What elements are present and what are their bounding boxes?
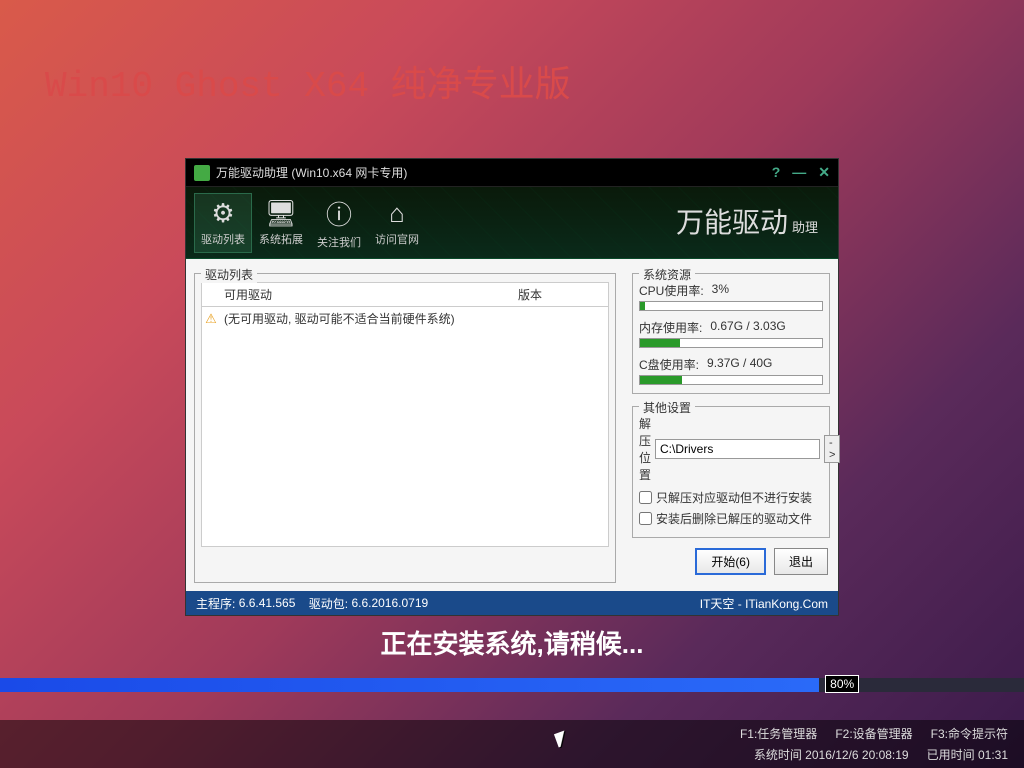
tab-label: 驱动列表	[201, 231, 245, 247]
close-button[interactable]: ✕	[818, 164, 830, 181]
tab-driver-list[interactable]: ⚙ 驱动列表	[194, 193, 252, 253]
install-message: 正在安装系统,请稍候...	[0, 624, 1024, 661]
brand-logo: 万能驱动 助理	[676, 201, 818, 241]
cpu-value: 3%	[712, 282, 729, 299]
monitor-icon: 🖥	[264, 198, 297, 229]
shortcut-f2: F2:设备管理器	[835, 725, 912, 742]
gears-icon: ⚙	[211, 198, 234, 229]
checkbox-input[interactable]	[639, 491, 652, 504]
col-available-driver: 可用驱动	[220, 286, 518, 303]
extract-path-input[interactable]	[655, 439, 820, 459]
install-progress-bar: 80%	[0, 678, 1024, 692]
help-button[interactable]: ?	[772, 164, 781, 181]
tab-system-ext[interactable]: 🖥 系统拓展	[252, 193, 310, 253]
page-title: Win10 Ghost X64 纯净专业版	[45, 55, 571, 107]
disk-value: 9.37G / 40G	[707, 356, 772, 373]
start-button[interactable]: 开始(6)	[695, 548, 766, 575]
info-icon: ⓘ	[326, 195, 352, 232]
credit: IT天空 - ITianKong.Com	[700, 595, 828, 612]
browse-button[interactable]: ->	[824, 435, 840, 463]
tab-label: 关注我们	[317, 234, 361, 250]
other-settings-group: 其他设置 解压位置 -> 只解压对应驱动但不进行安装 安装后删除已解压的驱动文件	[632, 406, 830, 538]
statusbar: 主程序: 6.6.41.565 驱动包: 6.6.2016.0719 IT天空 …	[186, 591, 838, 615]
no-driver-message: (无可用驱动, 驱动可能不适合当前硬件系统)	[220, 310, 518, 327]
toolbar: ⚙ 驱动列表 🖥 系统拓展 ⓘ 关注我们 ⌂ 访问官网 万能驱动 助理	[186, 187, 838, 259]
elapsed-time: 已用时间 01:31	[927, 746, 1008, 763]
main-version: 6.6.41.565	[239, 596, 296, 610]
group-title: 其他设置	[639, 399, 695, 416]
install-progress-percent: 80%	[825, 675, 859, 693]
home-icon: ⌂	[389, 198, 405, 229]
table-row: ⚠ (无可用驱动, 驱动可能不适合当前硬件系统)	[202, 307, 608, 330]
disk-usage: C盘使用率: 9.37G / 40G	[639, 356, 823, 385]
driver-table-body[interactable]: ⚠ (无可用驱动, 驱动可能不适合当前硬件系统)	[201, 307, 609, 547]
col-version: 版本	[518, 286, 608, 303]
driver-assistant-window: 万能驱动助理 (Win10.x64 网卡专用) ? — ✕ ⚙ 驱动列表 🖥 系…	[185, 158, 839, 616]
warning-icon: ⚠	[202, 311, 220, 327]
mouse-cursor	[556, 732, 570, 752]
tab-label: 系统拓展	[259, 231, 303, 247]
memory-usage: 内存使用率: 0.67G / 3.03G	[639, 319, 823, 348]
tab-official-site[interactable]: ⌂ 访问官网	[368, 193, 426, 253]
checkbox-extract-only[interactable]: 只解压对应驱动但不进行安装	[639, 489, 823, 506]
install-progress-fill: 80%	[0, 678, 819, 692]
mem-value: 0.67G / 3.03G	[710, 319, 785, 336]
exit-button[interactable]: 退出	[774, 548, 828, 575]
app-icon	[194, 165, 210, 181]
bottom-status-bar: F1:任务管理器 F2:设备管理器 F3:命令提示符 系统时间 2016/12/…	[0, 720, 1024, 768]
pack-version: 6.6.2016.0719	[351, 596, 428, 610]
group-title: 系统资源	[639, 266, 695, 283]
window-title: 万能驱动助理 (Win10.x64 网卡专用)	[216, 164, 407, 181]
titlebar[interactable]: 万能驱动助理 (Win10.x64 网卡专用) ? — ✕	[186, 159, 838, 187]
shortcut-f3: F3:命令提示符	[931, 725, 1008, 742]
checkbox-delete-after[interactable]: 安装后删除已解压的驱动文件	[639, 510, 823, 527]
driver-list-group: 驱动列表 可用驱动 版本 ⚠ (无可用驱动, 驱动可能不适合当前硬件系统)	[194, 273, 616, 583]
extract-path-label: 解压位置	[639, 415, 651, 483]
checkbox-input[interactable]	[639, 512, 652, 525]
table-header: 可用驱动 版本	[201, 282, 609, 307]
system-time: 系统时间 2016/12/6 20:08:19	[754, 746, 909, 763]
tab-follow-us[interactable]: ⓘ 关注我们	[310, 193, 368, 253]
shortcut-f1: F1:任务管理器	[740, 725, 817, 742]
group-title: 驱动列表	[201, 266, 257, 283]
cpu-usage: CPU使用率: 3%	[639, 282, 823, 311]
tab-label: 访问官网	[375, 231, 419, 247]
system-resources-group: 系统资源 CPU使用率: 3% 内存使用率: 0.67G / 3.03G	[632, 273, 830, 394]
minimize-button[interactable]: —	[792, 164, 806, 181]
